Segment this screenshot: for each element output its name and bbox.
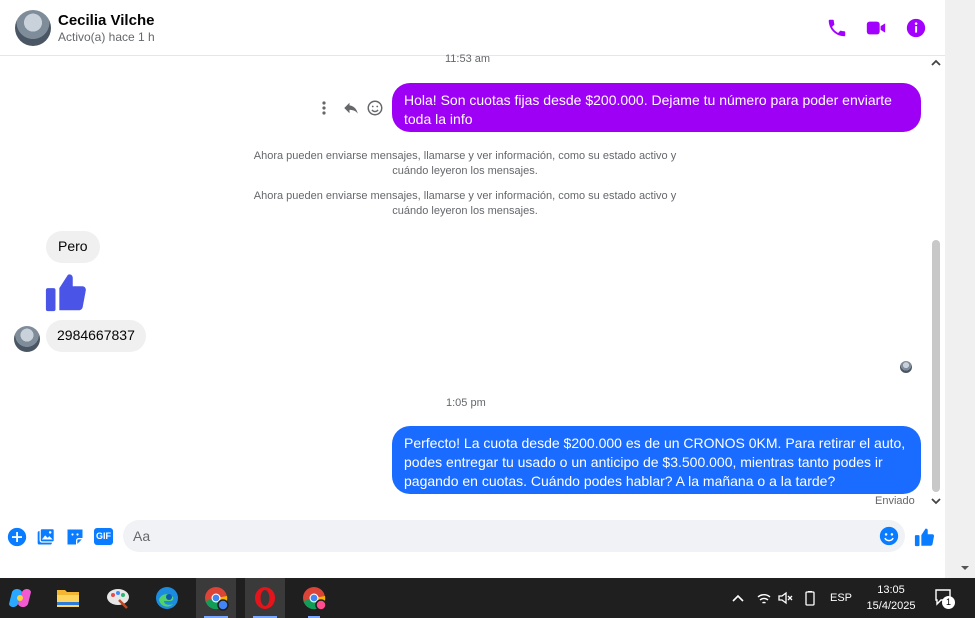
timestamp: 11:53 am (445, 53, 491, 65)
info-icon[interactable] (905, 17, 927, 39)
window-scroll-down-icon[interactable] (960, 563, 970, 573)
contact-avatar-small[interactable] (14, 326, 40, 352)
received-message[interactable]: 2984667837 (46, 320, 146, 352)
scrollbar-thumb[interactable] (932, 240, 940, 492)
browser-window-edge (945, 0, 975, 578)
contact-status: Activo(a) hace 1 h (58, 30, 155, 44)
contact-avatar[interactable] (15, 10, 51, 46)
scroll-down-icon[interactable] (930, 496, 942, 506)
input-language[interactable]: ESP (830, 578, 852, 618)
wifi-icon[interactable] (756, 590, 772, 606)
conversation-header: Cecilia Vilche Activo(a) hace 1 h (0, 0, 945, 56)
system-message: Ahora pueden enviarse mensajes, llamarse… (253, 190, 677, 217)
chrome-icon[interactable] (196, 578, 236, 618)
chrome-profile-icon[interactable] (294, 578, 334, 618)
sticker-icon[interactable] (65, 527, 85, 547)
timestamp: 1:05 pm (446, 397, 486, 409)
battery-icon[interactable] (803, 590, 817, 606)
message-input[interactable] (123, 520, 905, 552)
contact-name[interactable]: Cecilia Vilche (58, 12, 154, 29)
message-composer: GIF (0, 520, 945, 562)
gallery-icon[interactable] (36, 527, 56, 547)
read-receipt-avatar (900, 361, 912, 373)
notification-count-badge: 1 (942, 596, 955, 609)
system-clock[interactable]: 13:05 15/4/2025 (856, 582, 926, 614)
paint-icon[interactable] (98, 578, 138, 618)
copilot-icon[interactable] (0, 578, 40, 618)
reply-icon[interactable] (342, 99, 360, 117)
thumbs-up-sticker-icon[interactable] (44, 269, 90, 315)
volume-muted-icon[interactable] (777, 590, 793, 606)
more-options-icon[interactable] (318, 99, 330, 117)
emoji-icon[interactable] (879, 526, 899, 546)
received-message[interactable]: Pero (46, 231, 100, 263)
opera-icon[interactable] (245, 578, 285, 618)
plus-icon[interactable] (7, 527, 27, 547)
message-list[interactable]: 11:53 am Hola! Son cuotas fijas desde $2… (0, 53, 945, 520)
clock-time: 13:05 (877, 584, 905, 596)
phone-icon[interactable] (826, 17, 848, 39)
file-explorer-icon[interactable] (48, 578, 88, 618)
video-call-icon[interactable] (865, 17, 887, 39)
like-icon[interactable] (914, 526, 936, 548)
show-hidden-icons-icon[interactable] (731, 592, 745, 604)
clock-date: 15/4/2025 (866, 600, 916, 612)
sent-message[interactable]: Hola! Son cuotas fijas desde $200.000. D… (392, 83, 921, 132)
windows-taskbar: ESP 13:05 15/4/2025 1 (0, 578, 975, 618)
scroll-up-icon[interactable] (930, 58, 942, 68)
gif-icon[interactable]: GIF (94, 528, 113, 545)
delivery-status: Enviado (875, 495, 915, 507)
notification-center[interactable]: 1 (934, 588, 956, 610)
sent-message[interactable]: Perfecto! La cuota desde $200.000 es de … (392, 426, 921, 494)
edge-icon[interactable] (147, 578, 187, 618)
react-icon[interactable] (366, 99, 384, 117)
system-message: Ahora pueden enviarse mensajes, llamarse… (253, 150, 677, 177)
